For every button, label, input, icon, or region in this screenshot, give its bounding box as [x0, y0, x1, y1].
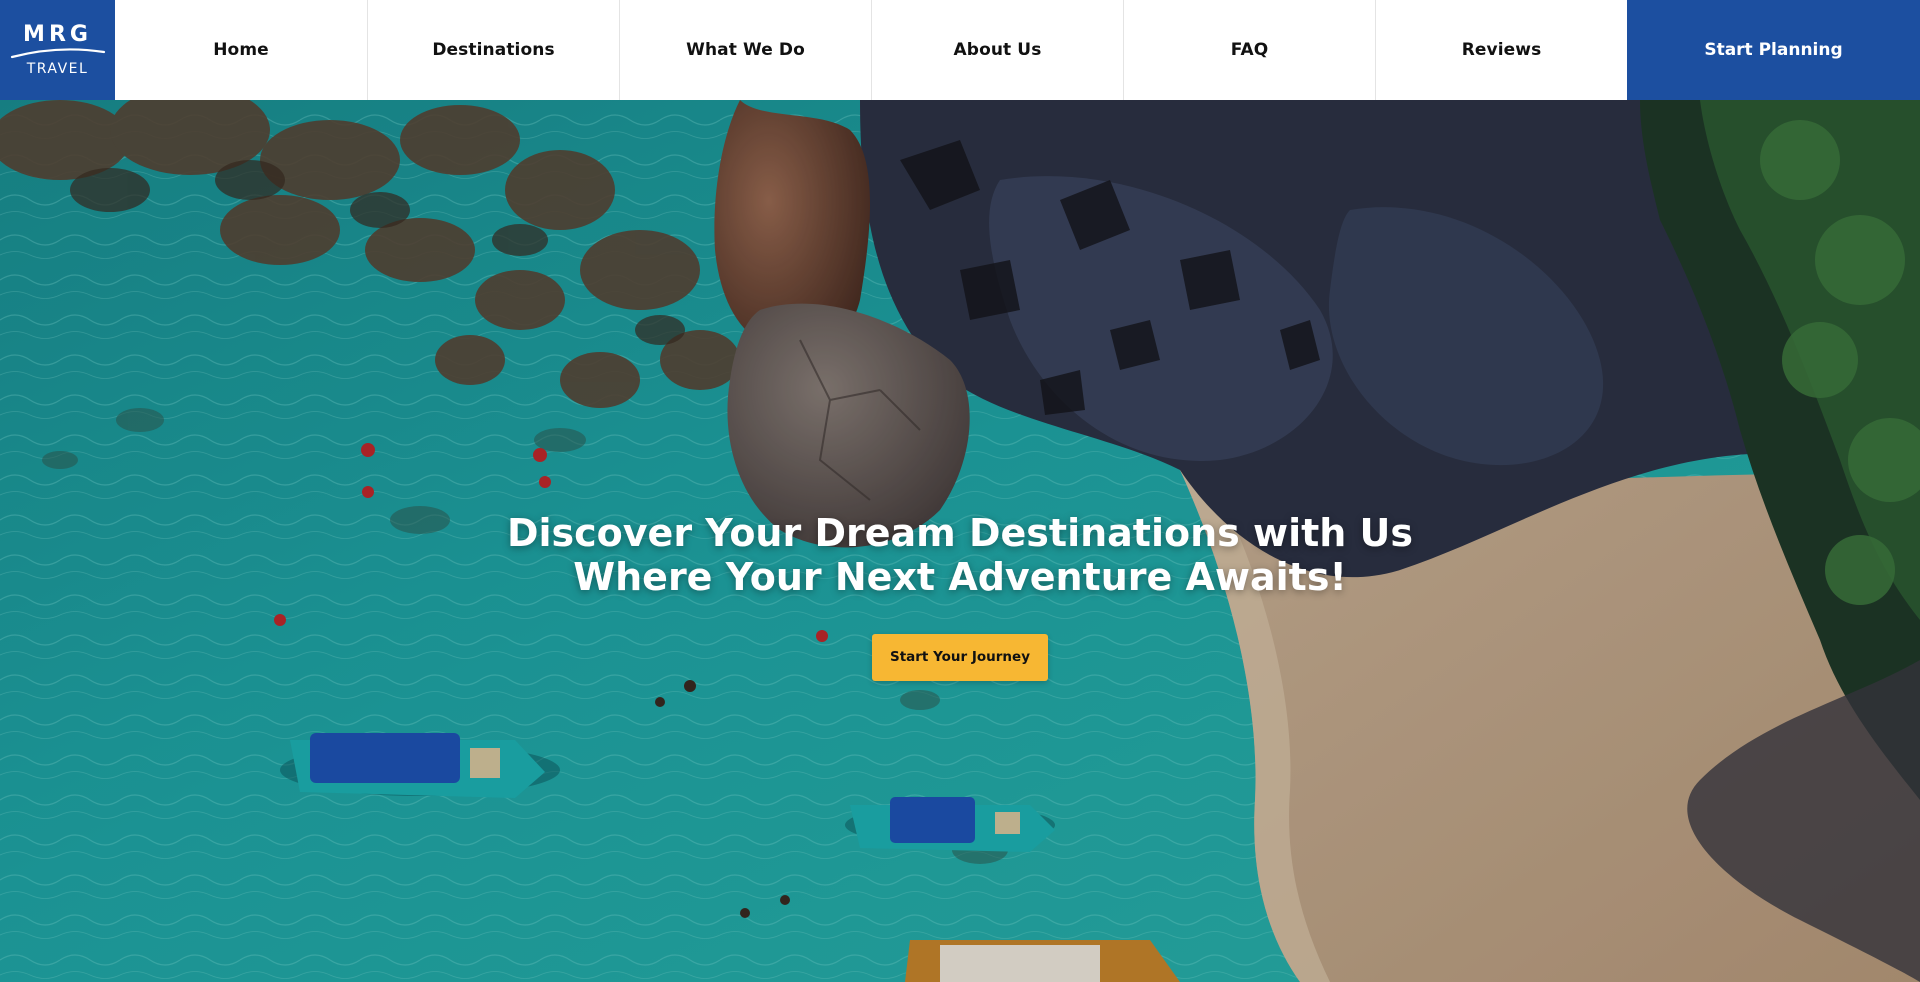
start-planning-button[interactable]: Start Planning — [1627, 0, 1920, 100]
logo-mark-text: MRG — [23, 21, 92, 47]
nav-item-faq[interactable]: FAQ — [1123, 0, 1375, 100]
nav-menu: Home Destinations What We Do About Us FA… — [115, 0, 1627, 100]
hero-headline-line-1: Discover Your Dream Destinations with Us — [506, 511, 1414, 555]
hero-headline: Discover Your Dream Destinations with Us… — [0, 511, 1920, 599]
logo-swoosh-icon — [10, 47, 105, 58]
hero-section: Discover Your Dream Destinations with Us… — [0, 100, 1920, 982]
nav-item-about-us[interactable]: About Us — [871, 0, 1123, 100]
nav-item-home[interactable]: Home — [115, 0, 367, 100]
top-navigation: MRG TRAVEL Home Destinations What We Do … — [0, 0, 1920, 100]
hero-content: Discover Your Dream Destinations with Us… — [0, 511, 1920, 681]
nav-item-what-we-do[interactable]: What We Do — [619, 0, 871, 100]
logo-subtitle: TRAVEL — [26, 60, 89, 77]
nav-item-reviews[interactable]: Reviews — [1375, 0, 1627, 100]
start-your-journey-button[interactable]: Start Your Journey — [872, 634, 1048, 681]
nav-item-destinations[interactable]: Destinations — [367, 0, 619, 100]
brand-logo[interactable]: MRG TRAVEL — [0, 0, 115, 100]
hero-headline-line-2: Where Your Next Adventure Awaits! — [573, 555, 1347, 599]
